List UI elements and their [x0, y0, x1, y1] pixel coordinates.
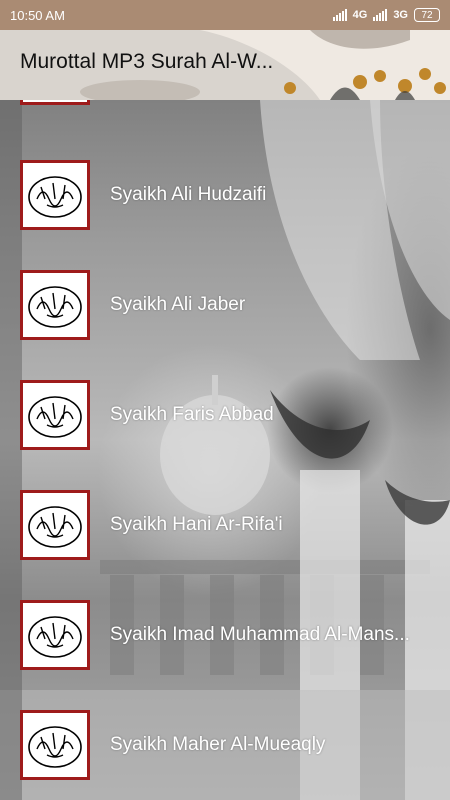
bismillah-calligraphy-icon	[20, 600, 90, 670]
app-title: Murottal MP3 Surah Al-W...	[20, 50, 274, 73]
bismillah-calligraphy-icon	[20, 380, 90, 450]
list-item-label: Syaikh Maher Al-Mueaqly	[110, 734, 326, 755]
list-item[interactable]: Syaikh Maher Al-Mueaqly	[0, 690, 450, 800]
list-item-label: Syaikh Ali Jaber	[110, 294, 246, 315]
reciter-list[interactable]: Syaikh Ali Hudzaifi Syaikh Ali Jaber Sya…	[0, 100, 450, 800]
list-item[interactable]: Syaikh Ali Hudzaifi	[0, 140, 450, 250]
app-bar: Murottal MP3 Surah Al-W...	[0, 30, 450, 100]
list-item-label: Syaikh Faris Abbad	[110, 404, 274, 425]
list-item[interactable]: Syaikh Ali Jaber	[0, 250, 450, 360]
signal-icon-2	[373, 9, 388, 21]
list-item-label: Syaikh Imad Muhammad Al-Mans...	[110, 624, 410, 645]
battery-icon: 72	[414, 8, 440, 22]
signal-icon	[332, 9, 347, 21]
bismillah-calligraphy-icon	[20, 270, 90, 340]
bismillah-calligraphy-icon	[20, 160, 90, 230]
status-icons: 4G 3G 72	[332, 8, 440, 22]
list-item-label: Syaikh Hani Ar-Rifa'i	[110, 514, 283, 535]
bismillah-calligraphy-icon	[20, 710, 90, 780]
status-bar: 10:50 AM 4G 3G 72	[0, 0, 450, 30]
list-item[interactable]: Syaikh Hani Ar-Rifa'i	[0, 470, 450, 580]
network-type-1: 4G	[352, 9, 368, 21]
status-time: 10:50 AM	[10, 7, 65, 23]
list-item[interactable]: Syaikh Imad Muhammad Al-Mans...	[0, 580, 450, 690]
list-item[interactable]	[0, 100, 450, 125]
network-type-2: 3G	[393, 9, 408, 21]
bismillah-calligraphy-icon	[20, 490, 90, 560]
list-item-label: Syaikh Ali Hudzaifi	[110, 184, 267, 205]
bismillah-calligraphy-icon	[20, 100, 90, 105]
battery-level: 72	[421, 9, 433, 21]
list-item[interactable]: Syaikh Faris Abbad	[0, 360, 450, 470]
